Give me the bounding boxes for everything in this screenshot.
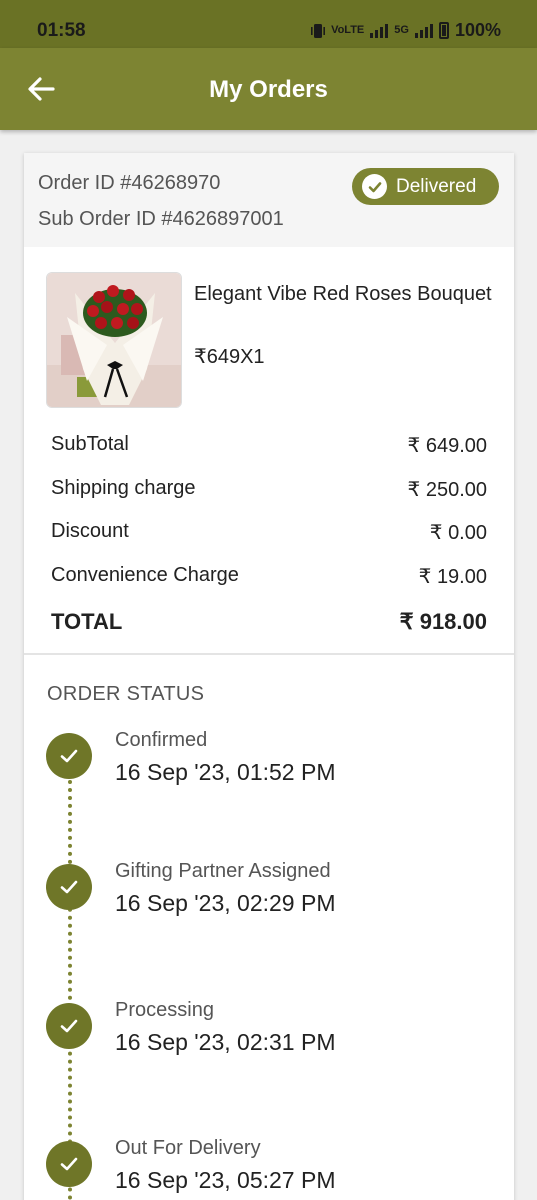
total-value: ₹ 918.00 xyxy=(399,609,487,634)
summary-value: ₹ 649.00 xyxy=(407,435,487,457)
battery-level: 100% xyxy=(454,20,501,40)
divider xyxy=(24,653,514,655)
summary-value: ₹ 0.00 xyxy=(429,522,487,544)
vibrate-icon xyxy=(311,23,326,38)
clock: 01:58 xyxy=(37,20,86,41)
order-id: Order ID #46268970 xyxy=(38,172,221,194)
step-time: 16 Sep '23, 05:27 PM xyxy=(115,1167,336,1193)
order-card-header: Order ID #46268970 Sub Order ID #4626897… xyxy=(24,153,514,247)
summary-label: Shipping charge xyxy=(51,477,196,499)
timeline-connector xyxy=(68,748,72,1200)
sub-order-id: Sub Order ID #4626897001 xyxy=(38,208,284,230)
order-card: Order ID #46268970 Sub Order ID #4626897… xyxy=(24,153,514,1200)
summary-label: Convenience Charge xyxy=(51,564,239,586)
summary-value: ₹ 250.00 xyxy=(407,479,487,501)
product-name[interactable]: Elegant Vibe Red Roses Bouquet xyxy=(194,280,494,308)
summary-label: Discount xyxy=(51,520,129,542)
product-image[interactable] xyxy=(46,272,182,408)
battery-icon xyxy=(438,22,449,39)
summary-label: SubTotal xyxy=(51,433,129,455)
step-name: Processing xyxy=(115,999,214,1021)
check-circle-icon xyxy=(362,174,387,199)
step-name: Out For Delivery xyxy=(115,1137,261,1159)
app-bar: My Orders xyxy=(0,48,537,130)
step-name: Confirmed xyxy=(115,729,208,751)
page-title: My Orders xyxy=(209,76,328,103)
status-icons: VoLTE 5G 100% xyxy=(311,20,501,41)
check-icon xyxy=(46,1141,92,1187)
step-name: Gifting Partner Assigned xyxy=(115,860,331,882)
status-badge: Delivered xyxy=(352,168,499,205)
status-badge-label: Delivered xyxy=(396,175,477,197)
summary-row-subtotal: SubTotal ₹ 649.00 xyxy=(51,433,487,458)
system-status-bar: 01:58 VoLTE 5G 100% xyxy=(0,0,537,48)
product-price-qty: ₹649X1 xyxy=(194,346,265,368)
step-time: 16 Sep '23, 02:31 PM xyxy=(115,1029,336,1055)
summary-row-total: TOTAL ₹ 918.00 xyxy=(51,609,487,635)
check-icon xyxy=(46,1003,92,1049)
total-label: TOTAL xyxy=(51,609,123,634)
check-icon xyxy=(46,864,92,910)
check-icon xyxy=(46,733,92,779)
summary-value: ₹ 19.00 xyxy=(418,566,487,588)
summary-row-convenience: Convenience Charge ₹ 19.00 xyxy=(51,564,487,589)
summary-row-discount: Discount ₹ 0.00 xyxy=(51,520,487,545)
signal-icon-2 xyxy=(414,23,433,38)
signal-icon xyxy=(370,23,389,38)
order-status-title: ORDER STATUS xyxy=(47,683,205,705)
volte-icon: VoLTE xyxy=(331,24,365,36)
step-time: 16 Sep '23, 01:52 PM xyxy=(115,759,336,785)
summary-row-shipping: Shipping charge ₹ 250.00 xyxy=(51,477,487,502)
network-5g-icon: 5G xyxy=(394,24,409,36)
step-time: 16 Sep '23, 02:29 PM xyxy=(115,890,336,916)
